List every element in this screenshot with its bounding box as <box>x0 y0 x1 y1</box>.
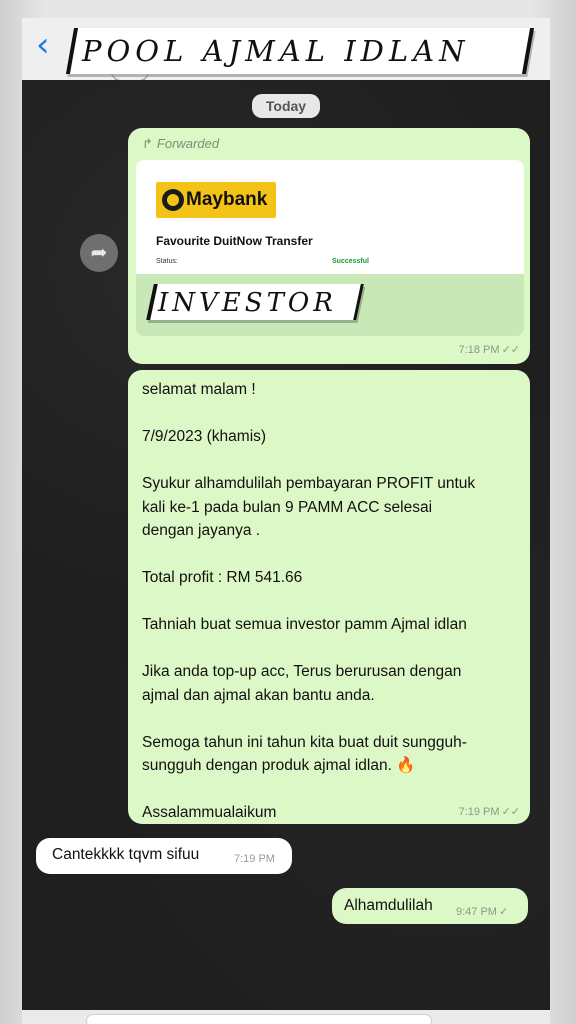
forward-arrow-icon: ↱ <box>142 136 153 151</box>
message-line <box>142 637 522 661</box>
receipt-title: Favourite DuitNow Transfer <box>156 234 313 248</box>
message-meta: 9:47 PM ✓ <box>456 905 508 918</box>
message-time: 7:19 PM <box>234 853 275 865</box>
message-line: sungguh dengan produk ajmal idlan. 🔥 <box>142 757 416 774</box>
message-time: 7:19 PM <box>458 806 500 818</box>
receipt-status-label: Status: <box>156 258 178 265</box>
bank-name: Maybank <box>186 189 268 210</box>
announcement-message-bubble[interactable]: selamat malam ! 7/9/2023 (khamis) Syukur… <box>128 370 530 824</box>
message-time: 9:47 PM <box>456 906 497 918</box>
message-line <box>142 449 522 473</box>
investor-label: INVESTOR <box>158 288 337 318</box>
message-line <box>142 402 522 426</box>
message-line: dengan jayanya . <box>142 522 261 539</box>
message-line: selamat malam ! <box>142 381 256 398</box>
message-meta: 7:19 PM ✓✓ <box>459 805 520 818</box>
chat-header: ‹ POOL AJMAL IDLAN <box>22 18 550 84</box>
message-line: 7/9/2023 (khamis) <box>142 428 267 445</box>
message-line: Jika anda top-up acc, Terus berurusan de… <box>142 663 462 680</box>
chevron-left-icon[interactable]: ‹ <box>36 28 58 64</box>
message-line: kali ke-1 pada bulan 9 PAMM ACC selesai <box>142 498 433 516</box>
chat-screen: ‹ POOL AJMAL IDLAN Today ➦ ↱ Forwarded Ma… <box>0 0 576 1024</box>
reply-message-bubble[interactable]: Alhamdulilah 9:47 PM ✓ <box>332 888 528 924</box>
receipt-card: Maybank Favourite DuitNow Transfer Statu… <box>136 160 524 274</box>
message-line <box>142 778 522 802</box>
message-input[interactable] <box>86 1014 432 1024</box>
sent-receipt-icon: ✓ <box>498 906 509 918</box>
incoming-message-bubble[interactable]: Cantekkkk tqvm sifuu 7:19 PM <box>36 838 292 874</box>
tiger-icon <box>162 189 184 211</box>
message-line <box>142 707 522 731</box>
forwarded-message-bubble[interactable]: ↱ Forwarded Maybank Favourite DuitNow Tra… <box>128 128 530 364</box>
receipt-image[interactable]: Maybank Favourite DuitNow Transfer Statu… <box>136 160 524 336</box>
message-line <box>142 543 522 567</box>
message-line: Semoga tahun ini tahun kita buat duit su… <box>142 733 467 751</box>
message-line: ajmal dan ajmal akan bantu anda. <box>142 686 375 704</box>
message-line: Tahniah buat semua investor pamm Ajmal i… <box>142 616 467 633</box>
message-list[interactable]: Today ➦ ↱ Forwarded Maybank Favourite Dui… <box>22 80 550 1010</box>
share-arrow-icon[interactable]: ➦ <box>80 234 118 272</box>
chat-title[interactable]: POOL AJMAL IDLAN <box>82 34 522 68</box>
read-receipt-icon: ✓✓ <box>501 344 520 356</box>
forwarded-label: ↱ Forwarded <box>142 136 220 151</box>
message-meta: 7:18 PM ✓✓ <box>459 343 520 356</box>
message-line: Syukur alhamdulilah pembayaran PROFIT un… <box>142 475 476 492</box>
message-time: 7:18 PM <box>458 344 500 356</box>
read-receipt-icon: ✓✓ <box>501 806 520 818</box>
message-text: selamat malam ! 7/9/2023 (khamis) Syukur… <box>142 378 522 825</box>
message-line <box>142 590 522 614</box>
receipt-status-value: Successful <box>332 258 369 265</box>
maybank-logo: Maybank <box>156 182 276 218</box>
date-separator: Today <box>252 94 320 118</box>
message-text: Cantekkkk tqvm sifuu <box>52 846 200 863</box>
message-text: Alhamdulilah <box>344 897 433 914</box>
message-line: Total profit : RM 541.66 <box>142 569 303 586</box>
